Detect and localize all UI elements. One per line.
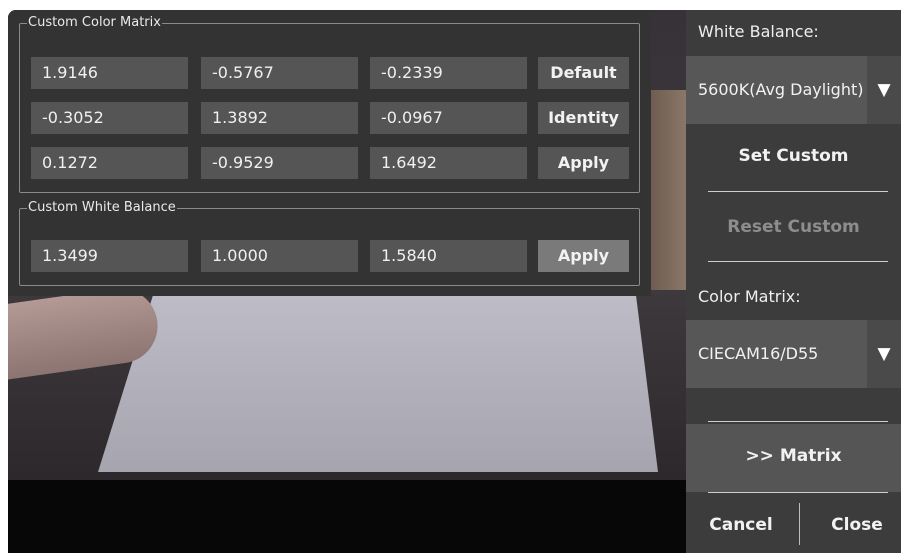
close-button[interactable]: Close (813, 515, 901, 535)
divider (708, 191, 888, 192)
divider (708, 492, 888, 493)
preview-bottom-strip (8, 480, 686, 553)
matrix-cell-r1c0[interactable] (31, 102, 188, 134)
matrix-cell-r0c2[interactable] (370, 57, 527, 89)
set-custom-button[interactable]: Set Custom (686, 146, 901, 166)
matrix-toggle-label: >> Matrix (745, 446, 842, 466)
preview-door (648, 90, 686, 290)
divider (708, 421, 888, 422)
button-separator (799, 503, 800, 545)
matrix-cell-r0c0[interactable] (31, 57, 188, 89)
custom-color-matrix-title: Custom Color Matrix (28, 15, 161, 30)
white-balance-label: White Balance: (698, 22, 819, 41)
cancel-button[interactable]: Cancel (696, 515, 786, 535)
matrix-cell-r2c2[interactable] (370, 147, 527, 179)
chevron-down-icon[interactable]: ▼ (867, 56, 901, 124)
identity-button[interactable]: Identity (538, 102, 629, 134)
color-matrix-select[interactable]: CIECAM16/D55 ▼ (686, 320, 901, 388)
custom-white-balance-title: Custom White Balance (28, 200, 176, 215)
white-balance-value: 5600K(Avg Daylight) (698, 80, 864, 99)
apply-white-balance-button[interactable]: Apply (538, 240, 629, 272)
settings-sidebar: White Balance: 5600K(Avg Daylight) ▼ Set… (686, 10, 901, 553)
chevron-down-icon[interactable]: ▼ (867, 320, 901, 388)
white-balance-select[interactable]: 5600K(Avg Daylight) ▼ (686, 56, 901, 124)
matrix-overlay-panel: Custom Color Matrix Default Identity App… (8, 10, 651, 296)
wb-gain-blue[interactable] (370, 240, 527, 272)
preview-white-paper (98, 292, 658, 472)
matrix-cell-r2c0[interactable] (31, 147, 188, 179)
apply-matrix-button[interactable]: Apply (538, 147, 629, 179)
matrix-cell-r1c2[interactable] (370, 102, 527, 134)
default-button[interactable]: Default (538, 57, 629, 89)
wb-gain-green[interactable] (201, 240, 358, 272)
reset-custom-button[interactable]: Reset Custom (686, 217, 901, 237)
matrix-cell-r0c1[interactable] (201, 57, 358, 89)
wb-gain-red[interactable] (31, 240, 188, 272)
matrix-toggle-button[interactable]: >> Matrix (686, 424, 901, 492)
matrix-cell-r1c1[interactable] (201, 102, 358, 134)
divider (708, 261, 888, 262)
color-matrix-value: CIECAM16/D55 (698, 344, 819, 363)
color-matrix-label: Color Matrix: (698, 287, 801, 306)
camera-settings-window: Custom Color Matrix Default Identity App… (8, 10, 901, 553)
matrix-cell-r2c1[interactable] (201, 147, 358, 179)
